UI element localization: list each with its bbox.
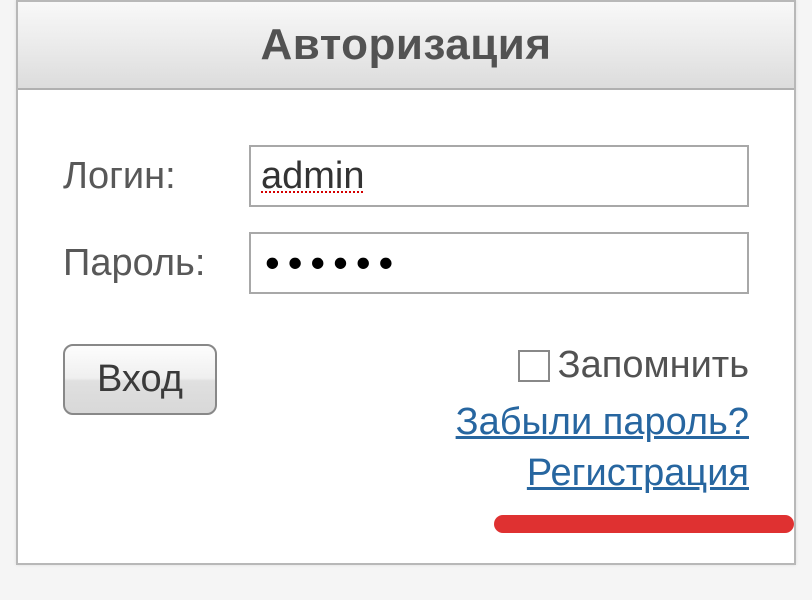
register-link[interactable]: Регистрация [456,452,749,495]
forgot-password-link[interactable]: Забыли пароль? [456,401,749,444]
submit-button[interactable]: Вход [63,344,217,415]
marker-icon [494,515,794,533]
password-row: Пароль: [63,232,749,294]
panel-header: Авторизация [18,2,794,90]
password-label: Пароль: [63,242,249,285]
right-links: Запомнить Забыли пароль? Регистрация [456,344,749,533]
panel-title: Авторизация [18,20,794,70]
login-row: Логин: [63,145,749,207]
login-label: Логин: [63,155,249,198]
bottom-section: Вход Запомнить Забыли пароль? Регистраци… [63,344,749,533]
remember-checkbox[interactable] [518,350,550,382]
panel-body: Логин: Пароль: Вход Запомнить Забыли пар… [18,90,794,563]
remember-row: Запомнить [456,344,749,387]
login-panel: Авторизация Логин: Пароль: Вход Запомнит… [16,0,796,565]
login-input[interactable] [249,145,749,207]
highlight-annotation [456,515,794,533]
password-input[interactable] [249,232,749,294]
remember-label: Запомнить [558,344,749,387]
